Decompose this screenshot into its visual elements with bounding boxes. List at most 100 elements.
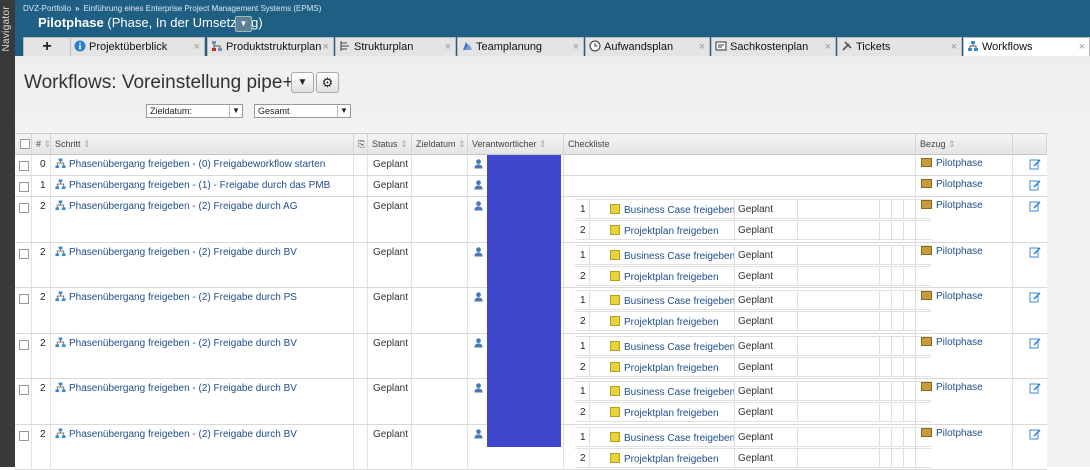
step-link[interactable]: Phasenübergang freigeben - (2) Freigabe … bbox=[55, 337, 297, 349]
close-tab-icon[interactable]: × bbox=[1079, 38, 1085, 56]
checklist-item: 1Business Case freigebenGeplant bbox=[575, 427, 931, 447]
checklist-link[interactable]: Projektplan freigeben bbox=[610, 271, 719, 283]
cell-divider bbox=[367, 197, 368, 242]
scope-filter-select[interactable]: Gesamt▼ bbox=[254, 104, 351, 118]
edit-icon[interactable] bbox=[1029, 246, 1041, 258]
breadcrumb-root-link[interactable]: DVZ-Portfolio bbox=[23, 4, 71, 13]
select-all-checkbox[interactable] bbox=[20, 139, 30, 149]
tab-projektüberblick[interactable]: Projektüberblick× bbox=[70, 37, 205, 56]
checklist-divider bbox=[879, 449, 880, 468]
edit-icon[interactable] bbox=[1029, 179, 1041, 191]
settings-button[interactable]: ⚙ bbox=[316, 72, 339, 93]
structure-icon bbox=[211, 40, 223, 52]
person-icon[interactable] bbox=[473, 179, 484, 190]
step-link[interactable]: Phasenübergang freigeben - (1) - Freigab… bbox=[55, 179, 330, 191]
step-link[interactable]: Phasenübergang freigeben - (2) Freigabe … bbox=[55, 246, 297, 258]
row-checkbox[interactable] bbox=[19, 203, 29, 213]
ref-link[interactable]: Pilotphase bbox=[921, 179, 983, 190]
row-checkbox[interactable] bbox=[19, 182, 29, 192]
project-menu-button[interactable]: ▼ bbox=[235, 16, 252, 32]
row-number: 2 bbox=[40, 429, 46, 440]
row-checkbox[interactable] bbox=[19, 431, 29, 441]
checklist-link[interactable]: Business Case freigeben bbox=[610, 386, 735, 398]
tab-aufwandsplan[interactable]: Aufwandsplan× bbox=[585, 37, 710, 56]
navigator-panel[interactable]: Navigator bbox=[0, 0, 15, 467]
edit-icon[interactable] bbox=[1029, 291, 1041, 303]
checklist-link[interactable]: Business Case freigeben bbox=[610, 295, 735, 307]
col-num-label: # bbox=[36, 139, 41, 149]
close-tab-icon[interactable]: × bbox=[573, 38, 579, 56]
edit-icon[interactable] bbox=[1029, 337, 1041, 349]
add-tab-button[interactable]: + bbox=[23, 37, 71, 56]
col-num-header[interactable]: # ⇕ bbox=[32, 134, 51, 155]
close-tab-icon[interactable]: × bbox=[194, 38, 200, 56]
person-icon[interactable] bbox=[473, 337, 484, 348]
checklist-link[interactable]: Projektplan freigeben bbox=[610, 407, 719, 419]
step-link[interactable]: Phasenübergang freigeben - (2) Freigabe … bbox=[55, 200, 297, 212]
checklist-divider bbox=[879, 221, 880, 240]
checklist-link[interactable]: Business Case freigeben bbox=[610, 341, 735, 353]
edit-icon[interactable] bbox=[1029, 428, 1041, 440]
person-icon[interactable] bbox=[473, 200, 484, 211]
checklist-link[interactable]: Business Case freigeben bbox=[610, 204, 735, 216]
date-filter-select[interactable]: Zieldatum:▼ bbox=[146, 104, 243, 118]
col-owner-header[interactable]: Verantwortlicher ⇕ bbox=[468, 134, 564, 155]
edit-icon[interactable] bbox=[1029, 382, 1041, 394]
tab-produktstrukturplan[interactable]: Produktstrukturplan× bbox=[207, 37, 334, 56]
close-tab-icon[interactable]: × bbox=[445, 38, 451, 56]
tab-workflows[interactable]: Workflows× bbox=[963, 37, 1090, 57]
tab-strukturplan[interactable]: Strukturplan× bbox=[335, 37, 456, 56]
checklist-divider bbox=[891, 403, 892, 422]
col-checklist-header[interactable]: Checkliste bbox=[564, 134, 916, 155]
col-attachment-header[interactable]: ⎘ bbox=[354, 134, 368, 155]
grid-side-panel bbox=[1047, 133, 1090, 467]
row-checkbox[interactable] bbox=[19, 340, 29, 350]
ref-label: Pilotphase bbox=[936, 200, 983, 211]
title-menu-button[interactable]: ▼ bbox=[291, 72, 314, 93]
checklist-link[interactable]: Projektplan freigeben bbox=[610, 316, 719, 328]
checklist-link[interactable]: Projektplan freigeben bbox=[610, 453, 719, 465]
checklist-link[interactable]: Projektplan freigeben bbox=[610, 362, 719, 374]
tab-sachkostenplan[interactable]: Sachkostenplan× bbox=[711, 37, 836, 56]
tab-tickets[interactable]: Tickets× bbox=[837, 37, 962, 56]
person-icon[interactable] bbox=[473, 291, 484, 302]
checklist-divider bbox=[797, 221, 798, 240]
workflow-icon bbox=[55, 179, 66, 190]
checklist-divider bbox=[879, 312, 880, 331]
checklist-number: 1 bbox=[580, 341, 586, 352]
checklist-link[interactable]: Business Case freigeben bbox=[610, 250, 735, 262]
ref-link[interactable]: Pilotphase bbox=[921, 158, 983, 169]
col-step-header[interactable]: Schritt ⇕ bbox=[51, 134, 354, 155]
person-icon[interactable] bbox=[473, 382, 484, 393]
col-ref-header[interactable]: Bezug ⇕ bbox=[916, 134, 1013, 155]
edit-icon[interactable] bbox=[1029, 200, 1041, 212]
breadcrumb-program-link[interactable]: Einführung eines Enterprise Project Mana… bbox=[83, 4, 321, 13]
cell-divider bbox=[353, 155, 354, 175]
step-link[interactable]: Phasenübergang freigeben - (2) Freigabe … bbox=[55, 428, 297, 440]
step-link[interactable]: Phasenübergang freigeben - (2) Freigabe … bbox=[55, 291, 297, 303]
close-tab-icon[interactable]: × bbox=[699, 38, 705, 56]
person-icon[interactable] bbox=[473, 158, 484, 169]
close-tab-icon[interactable]: × bbox=[825, 38, 831, 56]
checklist-divider bbox=[915, 312, 916, 331]
row-checkbox[interactable] bbox=[19, 294, 29, 304]
col-status-header[interactable]: Status ⇕ bbox=[368, 134, 412, 155]
edit-icon[interactable] bbox=[1029, 158, 1041, 170]
cell-divider bbox=[467, 379, 468, 424]
cell-divider bbox=[1012, 155, 1013, 175]
col-due-header[interactable]: Zieldatum ⇕ bbox=[412, 134, 468, 155]
checklist-link[interactable]: Projektplan freigeben bbox=[610, 225, 719, 237]
step-link[interactable]: Phasenübergang freigeben - (0) Freigabew… bbox=[55, 158, 325, 170]
checklist-divider bbox=[915, 428, 916, 447]
close-tab-icon[interactable]: × bbox=[951, 38, 957, 56]
step-link[interactable]: Phasenübergang freigeben - (2) Freigabe … bbox=[55, 382, 297, 394]
row-checkbox[interactable] bbox=[19, 161, 29, 171]
person-icon[interactable] bbox=[473, 428, 484, 439]
row-checkbox[interactable] bbox=[19, 249, 29, 259]
close-tab-icon[interactable]: × bbox=[323, 38, 329, 56]
cell-divider bbox=[31, 197, 32, 242]
row-checkbox[interactable] bbox=[19, 385, 29, 395]
person-icon[interactable] bbox=[473, 246, 484, 257]
tab-teamplanung[interactable]: Teamplanung× bbox=[457, 37, 584, 56]
checklist-link[interactable]: Business Case freigeben bbox=[610, 432, 735, 444]
